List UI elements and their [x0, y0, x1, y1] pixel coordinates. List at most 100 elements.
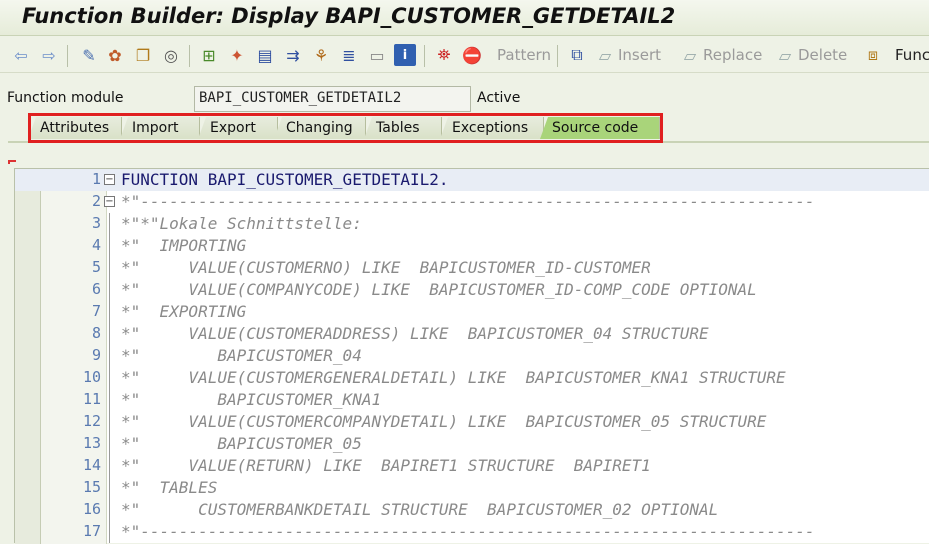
- code-line[interactable]: 14 *" VALUE(RETURN) LIKE BAPIRET1 STRUCTU…: [15, 455, 929, 477]
- fold-guide-line: [109, 477, 110, 499]
- delete-icon: ▱: [778, 45, 792, 65]
- code-line[interactable]: 9 *" BAPICUSTOMER_04: [15, 345, 929, 367]
- code-line[interactable]: 11 *" BAPICUSTOMER_KNA1: [15, 389, 929, 411]
- code-line[interactable]: 2− *"------------------------------------…: [15, 191, 929, 213]
- toolbar-separator: [189, 45, 190, 67]
- line-number: 12: [82, 412, 101, 430]
- navigate-icon[interactable]: ⇉: [282, 44, 304, 66]
- code-line[interactable]: 7 *" EXPORTING: [15, 301, 929, 323]
- fold-toggle-icon[interactable]: −: [104, 174, 115, 185]
- fold-guide-line: [109, 521, 110, 543]
- code-text: *" VALUE(CUSTOMERGENERALDETAIL) LIKE BAP…: [121, 368, 786, 387]
- display-change-icon[interactable]: ✎: [78, 44, 100, 66]
- tab-highlight-box: [28, 113, 663, 143]
- line-number: 5: [91, 258, 101, 276]
- fold-guide-line: [109, 411, 110, 433]
- code-line[interactable]: 5 *" VALUE(CUSTOMERNO) LIKE BAPICUSTOMER_…: [15, 257, 929, 279]
- insert-icon: ▱: [598, 45, 612, 65]
- function-module-field[interactable]: BAPI_CUSTOMER_GETDETAIL2: [194, 86, 471, 112]
- code-line[interactable]: 6 *" VALUE(COMPANYCODE) LIKE BAPICUSTOMER…: [15, 279, 929, 301]
- fold-guide-line: [109, 389, 110, 411]
- test-icon[interactable]: ⛯: [433, 44, 455, 66]
- replace-button[interactable]: Replace: [703, 46, 762, 64]
- line-number: 14: [82, 456, 101, 474]
- line-number: 17: [82, 522, 101, 540]
- code-editor[interactable]: 1− FUNCTION BAPI_CUSTOMER_GETDETAIL2. 2− *"…: [14, 168, 929, 544]
- copy-icon[interactable]: ❐: [132, 44, 154, 66]
- breakpoint-icon[interactable]: ⛔: [461, 44, 483, 66]
- line-number: 7: [91, 302, 101, 320]
- fold-guide-line: [109, 235, 110, 257]
- fold-guide-line: [109, 455, 110, 477]
- code-text: *" VALUE(CUSTOMERCOMPANYDETAIL) LIKE BAP…: [121, 412, 767, 431]
- window-icon[interactable]: ▭: [366, 44, 388, 66]
- line-number: 6: [91, 280, 101, 298]
- line-number: 15: [82, 478, 101, 496]
- function-button[interactable]: Funct: [895, 46, 929, 64]
- window-title: Function Builder: Display BAPI_CUSTOMER_…: [22, 4, 676, 28]
- code-line[interactable]: 13 *" BAPICUSTOMER_05: [15, 433, 929, 455]
- fold-guide-line: [109, 499, 110, 521]
- code-text: *" VALUE(RETURN) LIKE BAPIRET1 STRUCTURE…: [121, 456, 651, 475]
- stack-icon[interactable]: ≣: [338, 44, 360, 66]
- fold-guide-line: [109, 279, 110, 301]
- code-text: FUNCTION BAPI_CUSTOMER_GETDETAIL2.: [121, 170, 449, 189]
- code-text: *"*"Lokale Schnittstelle:: [121, 214, 362, 233]
- fold-guide-line: [109, 301, 110, 323]
- code-line[interactable]: 12 *" VALUE(CUSTOMERCOMPANYDETAIL) LIKE B…: [15, 411, 929, 433]
- line-number: 4: [91, 236, 101, 254]
- code-line[interactable]: 17 *"------------------------------------…: [15, 521, 929, 543]
- object-list-icon[interactable]: ▤: [254, 44, 276, 66]
- toolbar-separator: [67, 45, 68, 67]
- code-line[interactable]: 4 *" IMPORTING: [15, 235, 929, 257]
- hierarchy-icon[interactable]: ⊞: [198, 44, 220, 66]
- code-text: *" BAPICUSTOMER_KNA1: [121, 390, 382, 409]
- toolbar-separator: [557, 45, 558, 67]
- fold-guide-line: [109, 257, 110, 279]
- fold-toggle-icon[interactable]: −: [104, 196, 115, 207]
- line-number: 3: [91, 214, 101, 232]
- forward-arrow-icon[interactable]: ⇨: [38, 44, 60, 66]
- line-number: 1: [91, 170, 101, 188]
- where-used-icon[interactable]: ◎: [160, 44, 182, 66]
- toolbar-separator: [424, 45, 425, 67]
- code-line[interactable]: 10 *" VALUE(CUSTOMERGENERALDETAIL) LIKE B…: [15, 367, 929, 389]
- activate-icon[interactable]: ✿: [104, 44, 126, 66]
- function-module-label: Function module: [7, 90, 124, 106]
- code-text: *" TABLES: [121, 478, 218, 497]
- pretty-printer-icon[interactable]: ⧉: [566, 44, 588, 66]
- code-line[interactable]: 3 *"*"Lokale Schnittstelle:: [15, 213, 929, 235]
- fold-guide-line: [109, 433, 110, 455]
- code-line[interactable]: 1− FUNCTION BAPI_CUSTOMER_GETDETAIL2.: [15, 169, 929, 191]
- code-text: *" VALUE(CUSTOMERADDRESS) LIKE BAPICUSTO…: [121, 324, 709, 343]
- code-text: *" IMPORTING: [121, 236, 247, 255]
- function-icon: ⧈: [867, 45, 879, 64]
- code-line[interactable]: 16 *" CUSTOMERBANKDETAIL STRUCTURE BAPICU…: [15, 499, 929, 521]
- code-text: *" CUSTOMERBANKDETAIL STRUCTURE BAPICUST…: [121, 500, 719, 519]
- code-text: *"--------------------------------------…: [121, 192, 815, 211]
- title-bar: Function Builder: Display BAPI_CUSTOMER_…: [0, 0, 929, 36]
- magic-wand-icon[interactable]: ✦: [226, 44, 248, 66]
- line-number: 10: [82, 368, 101, 386]
- back-arrow-icon[interactable]: ⇦: [10, 44, 32, 66]
- pattern-button[interactable]: Pattern: [497, 46, 551, 64]
- tree-icon[interactable]: ⚘: [310, 44, 332, 66]
- code-text: *"--------------------------------------…: [121, 522, 815, 541]
- delete-button[interactable]: Delete: [798, 46, 847, 64]
- code-line[interactable]: 8 *" VALUE(CUSTOMERADDRESS) LIKE BAPICUST…: [15, 323, 929, 345]
- insert-button[interactable]: Insert: [618, 46, 661, 64]
- status-text: Active: [477, 90, 521, 106]
- line-number: 13: [82, 434, 101, 452]
- editor-corner-marker: [8, 160, 16, 164]
- replace-icon: ▱: [683, 45, 697, 65]
- info-icon[interactable]: i: [394, 44, 416, 66]
- line-number: 2: [91, 192, 101, 210]
- fold-guide-line: [109, 323, 110, 345]
- application-toolbar: ⇦ ⇨ ✎ ✿ ❐ ◎ ⊞ ✦ ▤ ⇉ ⚘ ≣ ▭ i ⛯ ⛔ Pattern …: [0, 37, 929, 73]
- code-line[interactable]: 15 *" TABLES: [15, 477, 929, 499]
- line-number: 11: [82, 390, 101, 408]
- code-text: *" BAPICUSTOMER_04: [121, 346, 362, 365]
- code-text: *" VALUE(CUSTOMERNO) LIKE BAPICUSTOMER_I…: [121, 258, 651, 277]
- line-number: 9: [91, 346, 101, 364]
- line-number: 16: [82, 500, 101, 518]
